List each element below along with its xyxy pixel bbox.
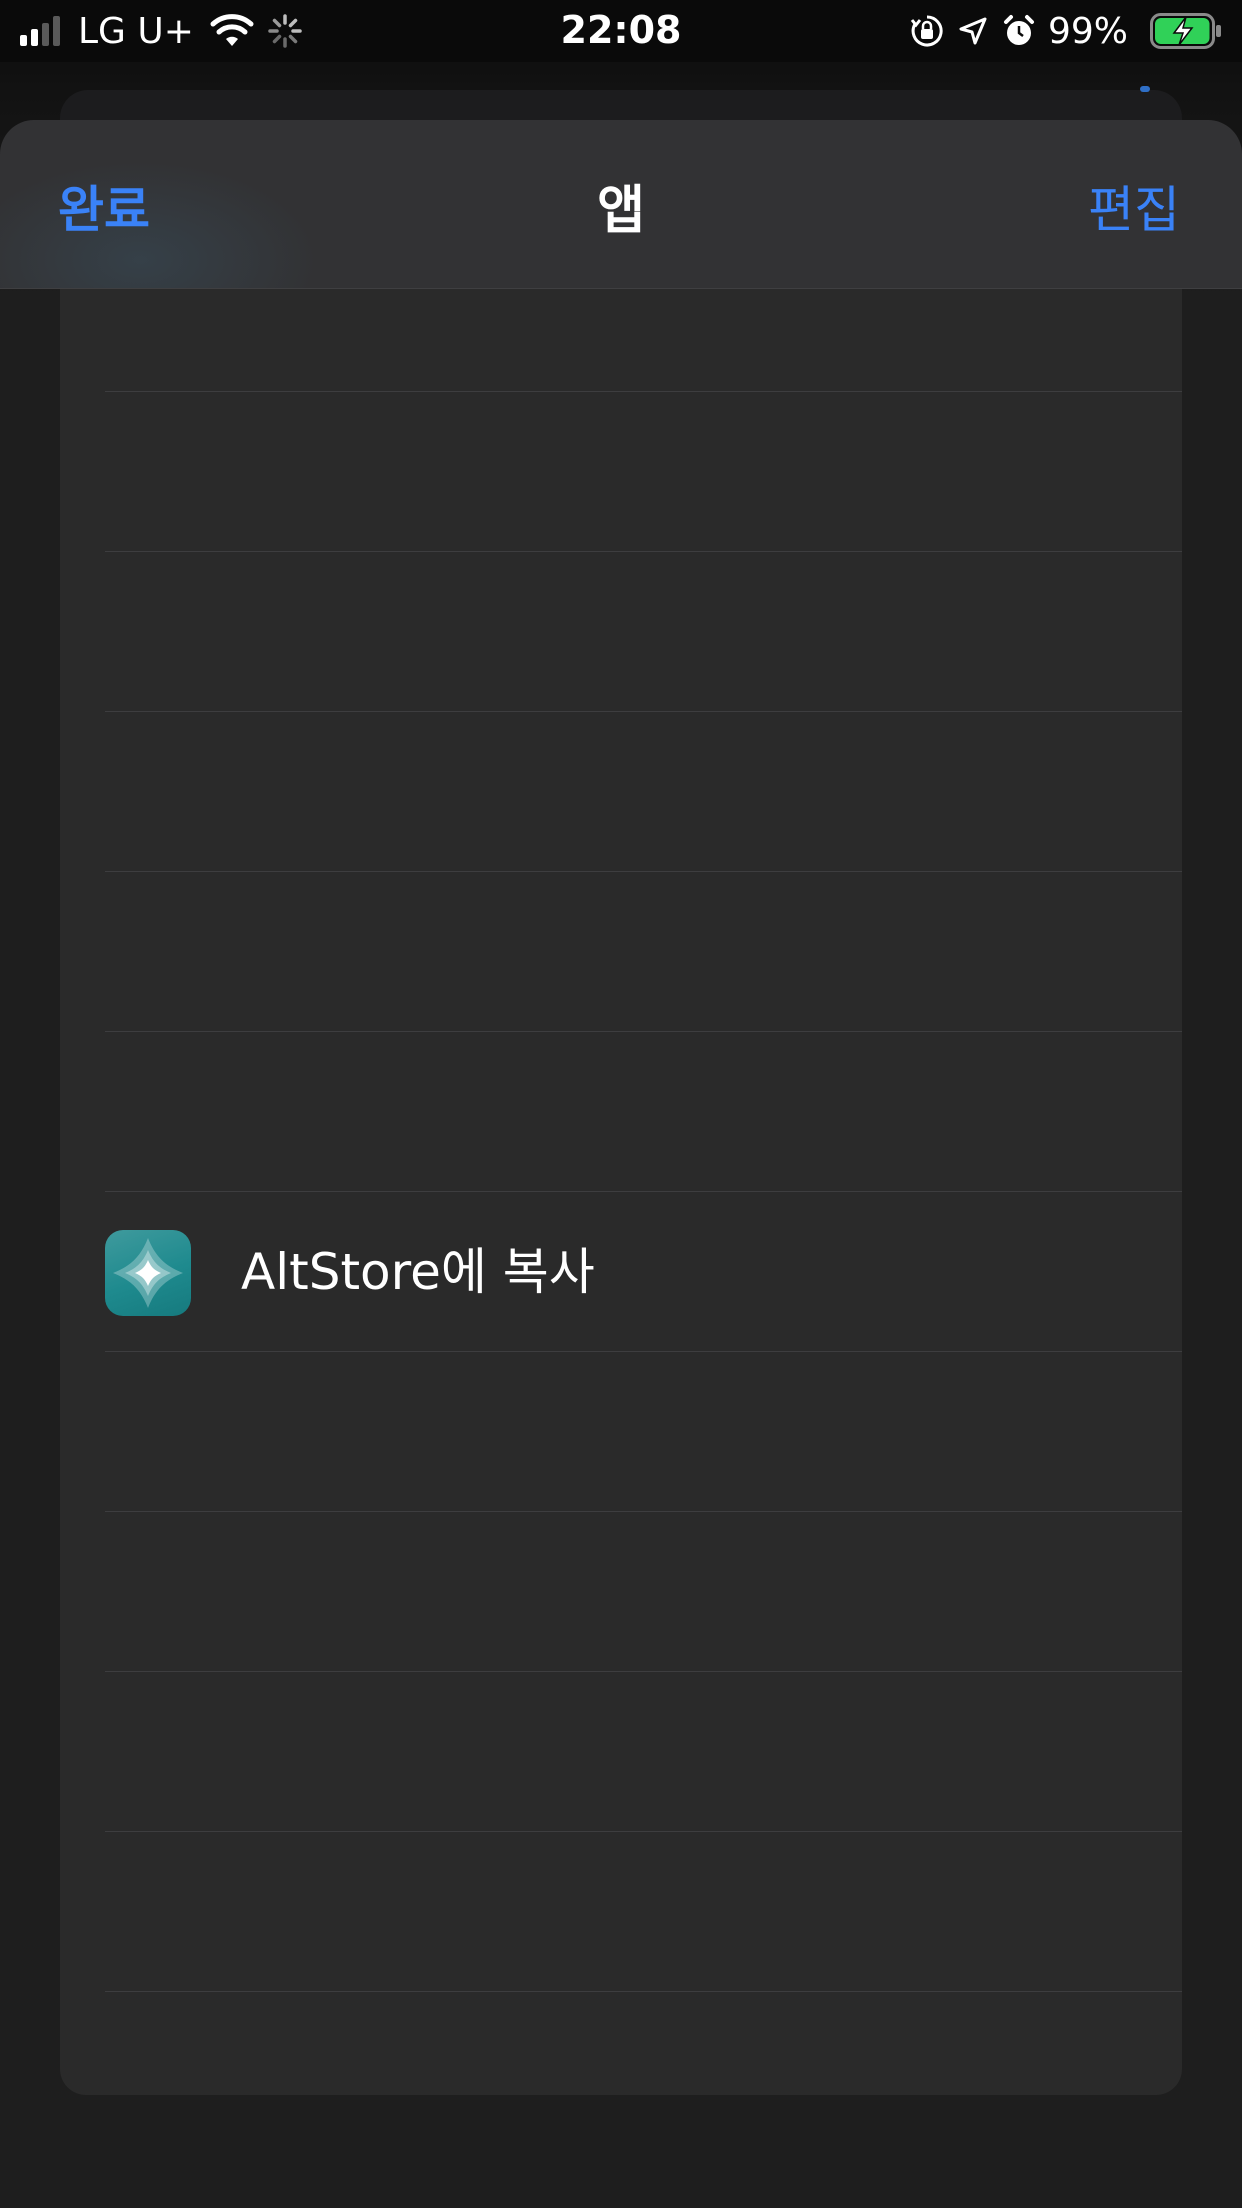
orientation-lock-icon [910,15,943,47]
row-separator [105,1991,1182,1992]
list-item[interactable] [60,1352,1182,1512]
list-item[interactable] [60,1512,1182,1672]
page-title: 앱 [597,181,645,241]
list-item[interactable] [60,552,1182,712]
screen: LG U+ 22:08 99% AltStore에 복사 완료 앱 편집 [0,0,1242,2208]
list-item[interactable] [60,712,1182,872]
apps-list: AltStore에 복사 [60,120,1182,2095]
background-accent [1140,86,1150,92]
list-item[interactable] [60,872,1182,1032]
status-bar-right: 99% [896,10,1222,52]
battery-charging-icon [1150,13,1221,49]
list-item[interactable]: AltStore에 복사 [60,1192,1182,1352]
list-item-label: AltStore에 복사 [241,1243,595,1301]
altstore-app-icon [105,1230,191,1316]
list-item[interactable] [60,1032,1182,1192]
status-bar: LG U+ 22:08 99% [0,0,1242,62]
battery-percent: 99% [1047,10,1128,52]
alarm-icon [1003,15,1034,45]
navigation-bar: 완료 앱 편집 [0,120,1242,289]
list-item[interactable] [60,1832,1182,1992]
list-item[interactable] [60,392,1182,552]
list-item[interactable] [60,1672,1182,1832]
edit-button[interactable]: 편집 [1088,170,1180,242]
location-arrow-icon [959,17,987,45]
